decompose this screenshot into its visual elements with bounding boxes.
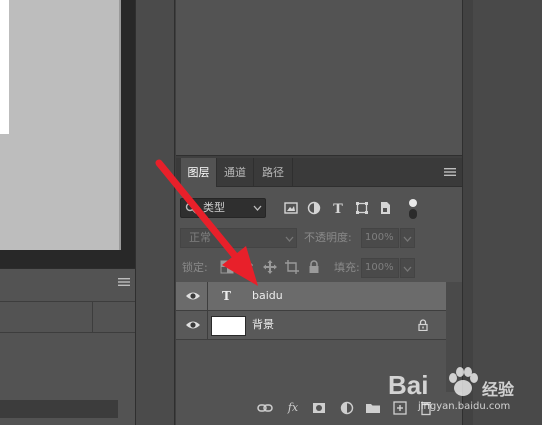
lock-artboard-icon[interactable] bbox=[285, 260, 299, 274]
shape-filter-icon[interactable] bbox=[354, 200, 370, 216]
folder-icon[interactable] bbox=[365, 400, 381, 416]
adjustment-icon[interactable] bbox=[339, 400, 355, 416]
chevron-down-icon bbox=[403, 236, 412, 242]
layer-name[interactable]: 背景 bbox=[252, 311, 274, 339]
layer-row-background[interactable]: 背景 bbox=[176, 311, 446, 340]
layer-thumbnail bbox=[211, 316, 246, 336]
fx-icon[interactable]: fx bbox=[285, 400, 301, 416]
opacity-input[interactable]: 100% bbox=[361, 228, 399, 248]
document-white-area bbox=[0, 0, 9, 134]
fill-label: 填充: bbox=[334, 261, 360, 274]
lock-icon bbox=[418, 319, 428, 331]
chevron-down-icon bbox=[403, 266, 412, 272]
eye-icon[interactable] bbox=[185, 319, 201, 331]
opacity-dropdown-button[interactable] bbox=[400, 228, 415, 248]
paw-icon bbox=[449, 367, 478, 396]
lock-position-icon[interactable] bbox=[263, 260, 277, 274]
canvas-scrollbar[interactable] bbox=[119, 0, 121, 250]
filter-toggle-switch[interactable] bbox=[407, 198, 419, 220]
watermark-suffix: 经验 bbox=[482, 380, 515, 399]
watermark-url: jingyan.baidu.com bbox=[418, 401, 511, 412]
pixel-filter-icon[interactable] bbox=[283, 200, 299, 216]
panel-menu-icon[interactable] bbox=[118, 277, 130, 287]
adjustment-filter-icon[interactable] bbox=[306, 200, 322, 216]
smart-object-filter-icon[interactable] bbox=[377, 200, 393, 216]
upper-right-panel bbox=[176, 0, 462, 156]
fill-dropdown-button[interactable] bbox=[400, 258, 415, 278]
chevron-down-icon bbox=[285, 236, 294, 242]
svg-text:T: T bbox=[333, 202, 343, 216]
mask-icon[interactable] bbox=[311, 400, 327, 416]
divider bbox=[92, 301, 93, 333]
lock-all-icon[interactable] bbox=[307, 260, 321, 274]
divider bbox=[207, 311, 208, 339]
link-icon[interactable] bbox=[257, 400, 273, 416]
horizontal-scrollbar[interactable] bbox=[0, 400, 118, 418]
watermark: Bai 经验 jingyan.baidu.com bbox=[384, 360, 542, 420]
document-canvas-area[interactable] bbox=[0, 0, 135, 268]
watermark-brand: Bai bbox=[388, 370, 429, 400]
left-panel-row bbox=[0, 301, 135, 333]
document-canvas[interactable] bbox=[0, 0, 119, 250]
annotation-arrow bbox=[155, 159, 258, 286]
type-filter-icon[interactable]: T bbox=[330, 200, 346, 216]
left-bottom-panel bbox=[0, 268, 135, 425]
opacity-label: 不透明度: bbox=[304, 231, 352, 244]
fill-input[interactable]: 100% bbox=[361, 258, 399, 278]
panel-menu-icon[interactable] bbox=[444, 167, 456, 177]
